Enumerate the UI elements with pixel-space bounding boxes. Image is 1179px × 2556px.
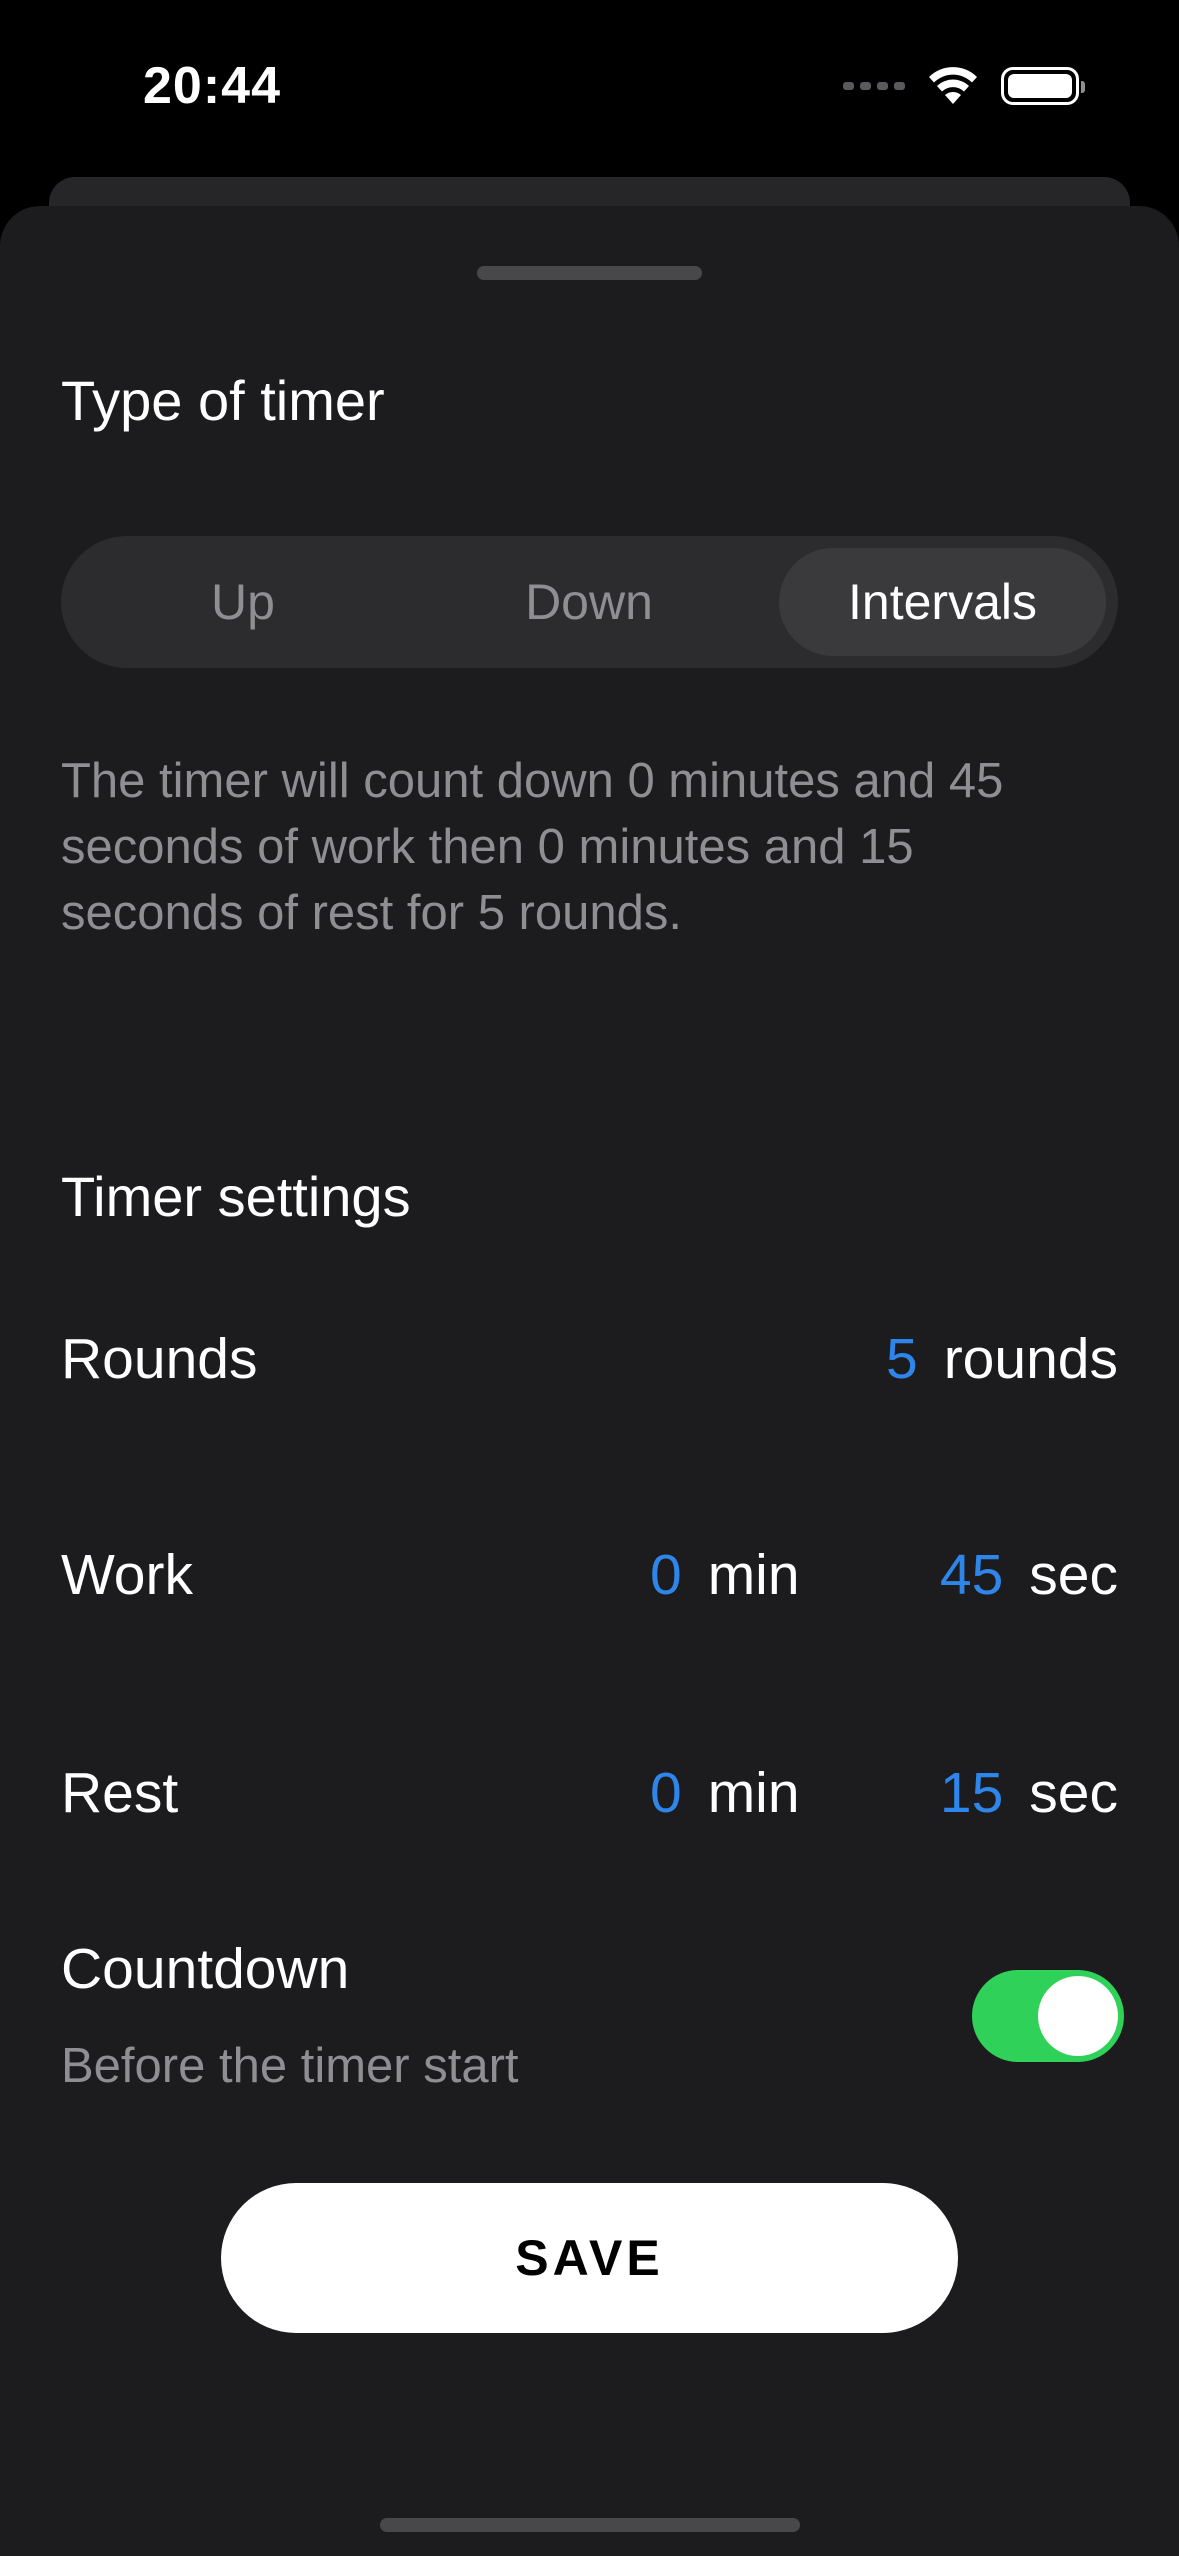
work-min-unit: min xyxy=(707,1543,800,1607)
work-label: Work xyxy=(61,1543,193,1607)
sheet-grabber[interactable] xyxy=(477,266,702,280)
wifi-icon xyxy=(929,67,977,104)
save-button[interactable]: SAVE xyxy=(221,2183,958,2333)
signal-dots-icon xyxy=(843,82,905,90)
timer-type-segmented-control: Up Down Intervals xyxy=(61,536,1118,668)
rest-minutes-picker[interactable]: 0 min xyxy=(650,1760,800,1826)
countdown-subtitle: Before the timer start xyxy=(61,2039,519,2093)
status-time: 20:44 xyxy=(143,57,281,115)
segment-intervals[interactable]: Intervals xyxy=(779,548,1106,656)
toggle-knob xyxy=(1038,1976,1118,2056)
countdown-label: Countdown xyxy=(61,1937,350,2001)
rounds-label: Rounds xyxy=(61,1327,258,1391)
work-sec-unit: sec xyxy=(1029,1543,1118,1607)
rest-label: Rest xyxy=(61,1761,179,1825)
rest-sec-unit: sec xyxy=(1029,1761,1118,1825)
home-indicator xyxy=(380,2518,800,2532)
rest-seconds-picker[interactable]: 15 sec xyxy=(940,1760,1118,1826)
rounds-unit: rounds xyxy=(943,1327,1118,1391)
rest-min-value[interactable]: 0 xyxy=(650,1760,682,1826)
work-seconds-picker[interactable]: 45 sec xyxy=(940,1542,1118,1608)
timer-settings-sheet: Type of timer Up Down Intervals The time… xyxy=(0,206,1179,2556)
status-icons xyxy=(843,66,1085,106)
countdown-toggle[interactable] xyxy=(972,1970,1124,2062)
segment-up[interactable]: Up xyxy=(73,548,413,656)
timer-description: The timer will count down 0 minutes and … xyxy=(61,754,1004,940)
work-sec-value[interactable]: 45 xyxy=(940,1542,1003,1608)
segment-down[interactable]: Down xyxy=(419,548,759,656)
rounds-value[interactable]: 5 xyxy=(886,1326,918,1392)
status-bar: 20:44 xyxy=(0,0,1179,176)
rest-min-unit: min xyxy=(707,1761,800,1825)
rest-sec-value[interactable]: 15 xyxy=(940,1760,1003,1826)
rounds-value-picker[interactable]: 5 rounds xyxy=(886,1326,1118,1392)
type-of-timer-title: Type of timer xyxy=(61,369,385,432)
battery-icon xyxy=(1001,67,1085,105)
work-minutes-picker[interactable]: 0 min xyxy=(650,1542,800,1608)
timer-settings-title: Timer settings xyxy=(61,1165,411,1228)
work-min-value[interactable]: 0 xyxy=(650,1542,682,1608)
